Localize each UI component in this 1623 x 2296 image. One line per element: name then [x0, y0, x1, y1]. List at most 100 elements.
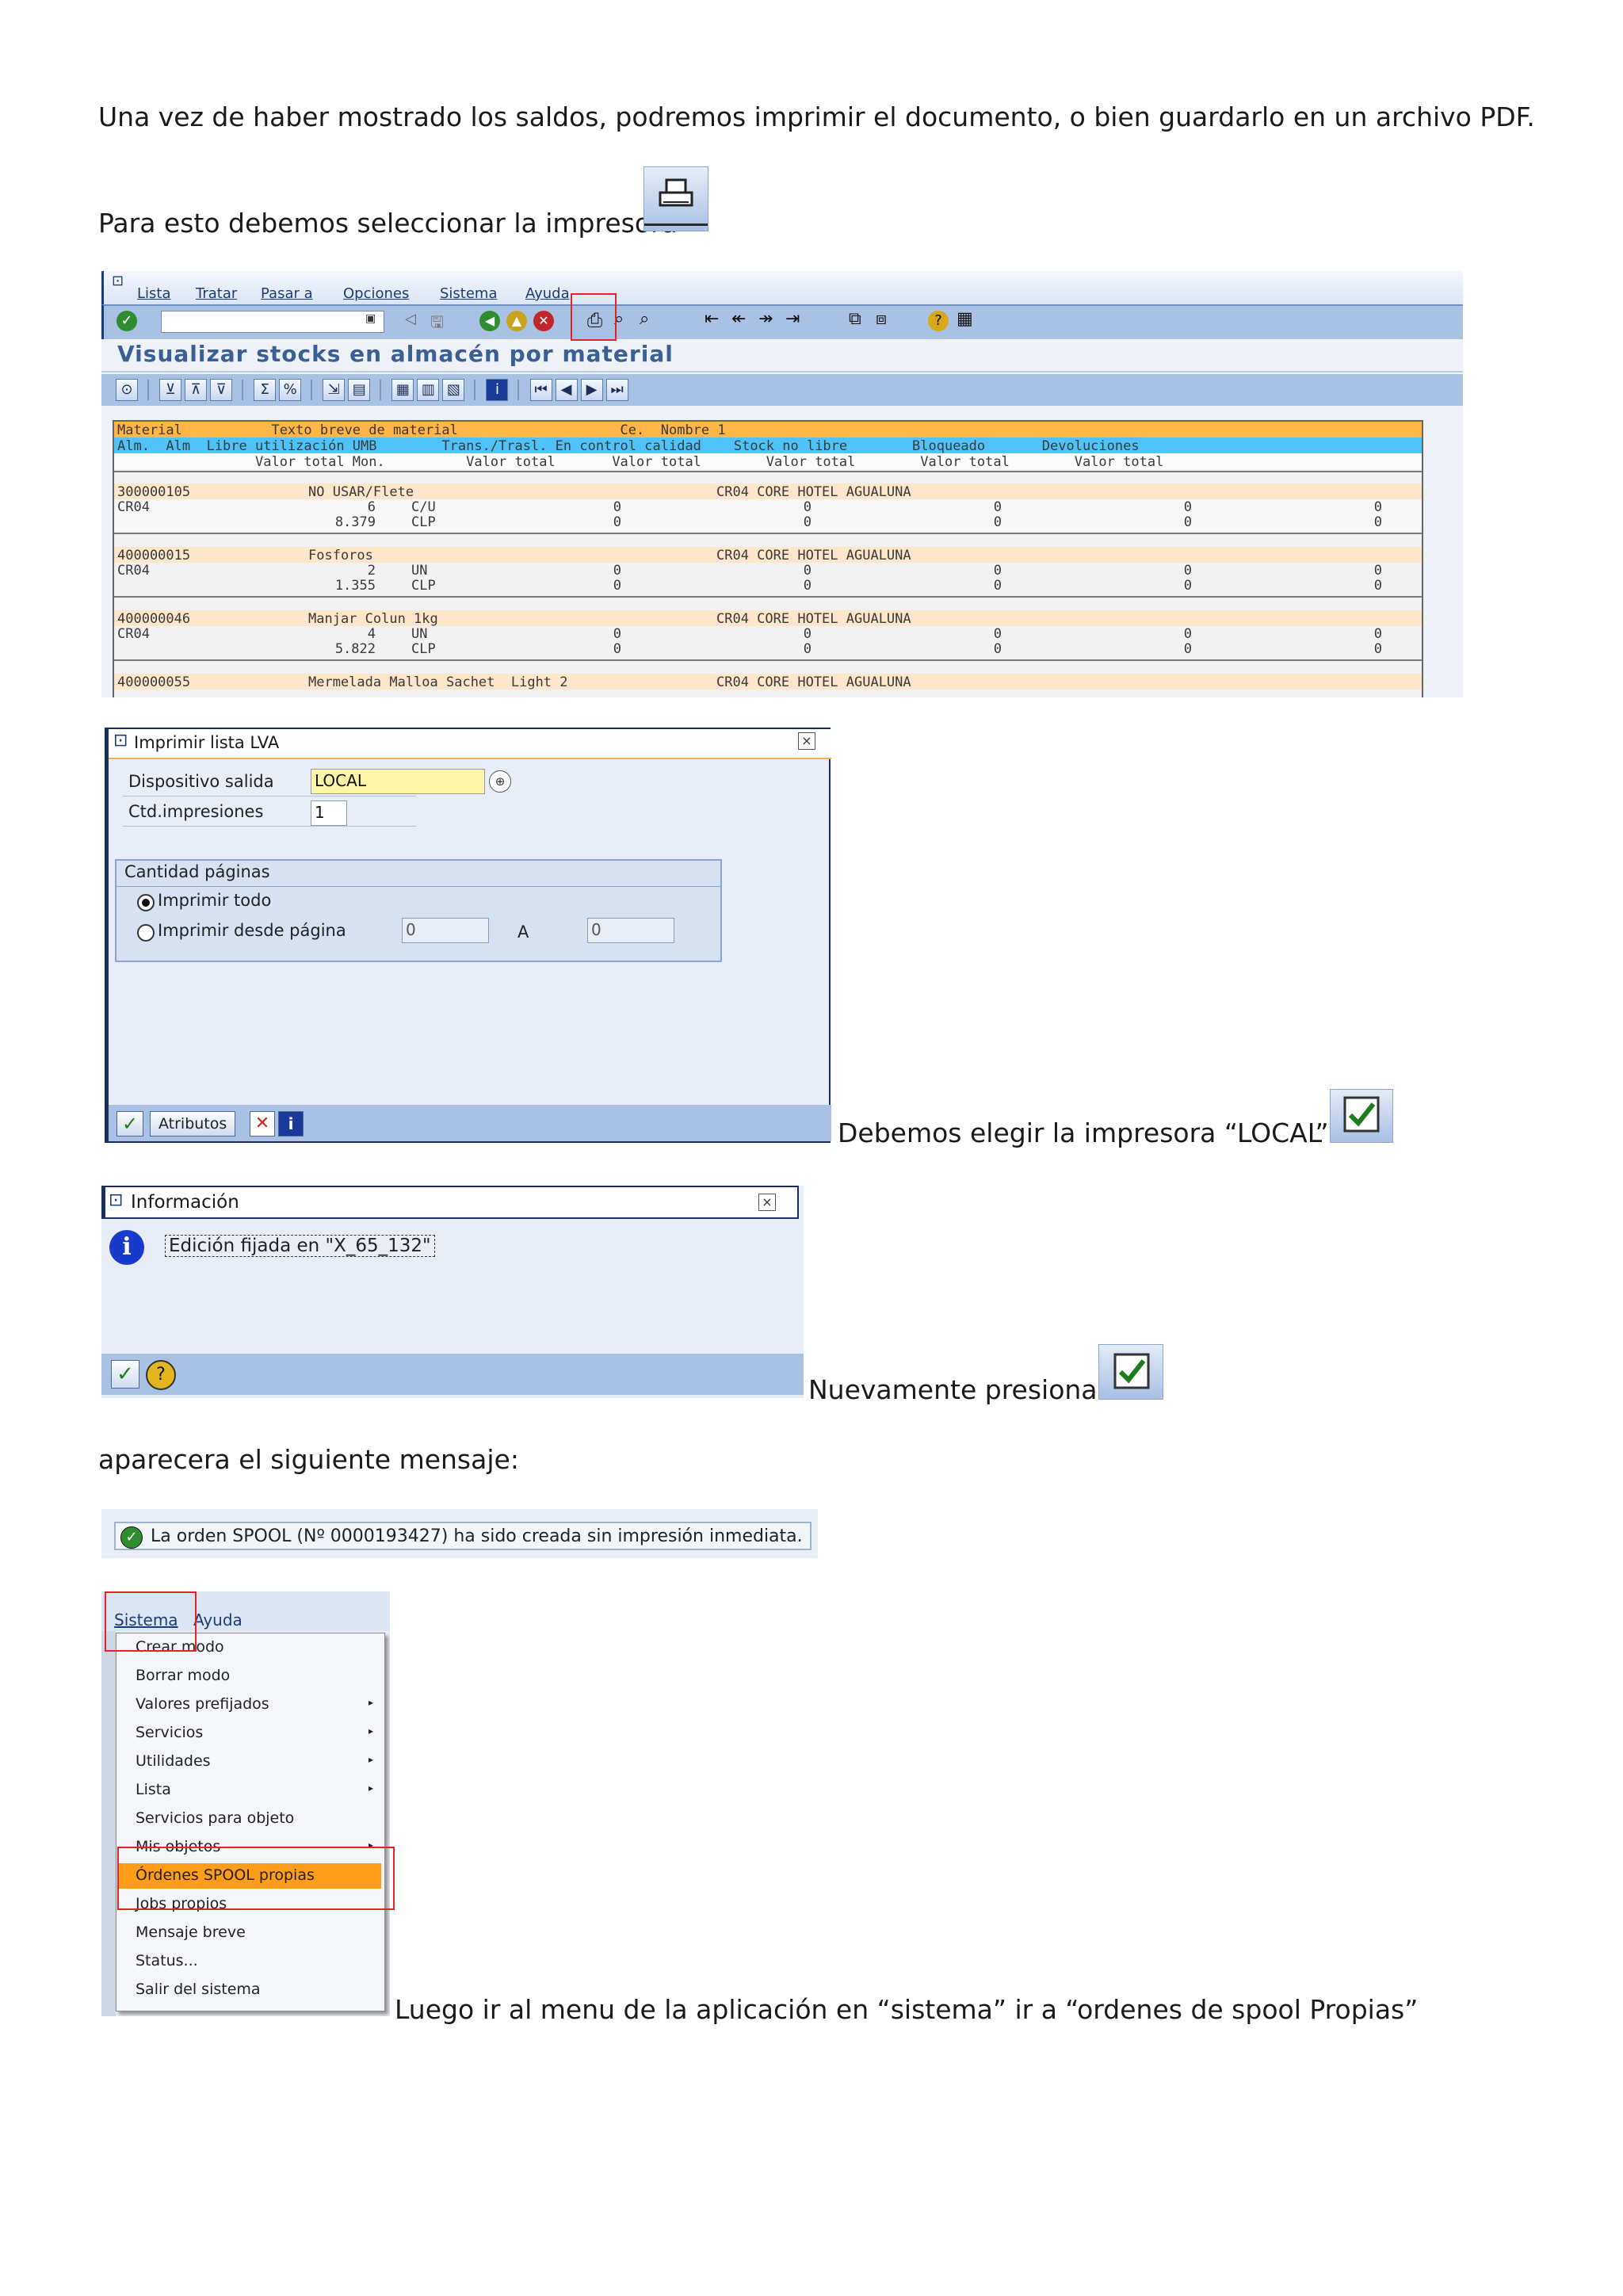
layout-select-icon[interactable]: ▧ — [442, 379, 465, 401]
command-dropdown-icon[interactable]: ▣ — [365, 312, 376, 325]
window-icon: ⊡ — [113, 731, 128, 751]
zero-value: 0 — [1183, 499, 1192, 515]
menu-item-servicios[interactable]: Servicios — [136, 1724, 203, 1741]
report-list: Material Texto breve de material Ce. Nom… — [113, 420, 1423, 697]
menu-pasar-a[interactable]: Pasar a — [261, 285, 313, 302]
menu-item-status-[interactable]: Status... — [136, 1952, 198, 1969]
zero-value: 0 — [613, 578, 621, 594]
menu-opciones[interactable]: Opciones — [343, 285, 409, 302]
confirm-check-icon[interactable]: ✓ — [116, 1111, 143, 1137]
message-intro-text: aparecera el siguiente mensaje: — [98, 1444, 519, 1475]
report-title: Visualizar stocks en almacén por materia… — [117, 341, 674, 367]
menu-item-mensaje-breve[interactable]: Mensaje breve — [136, 1924, 246, 1941]
grid-icon[interactable]: ▦ — [391, 379, 414, 401]
last-icon[interactable]: ⏭ — [605, 379, 628, 401]
layout-icon[interactable]: ▦ — [957, 309, 973, 329]
exit-icon[interactable]: ▲ — [506, 311, 527, 331]
save-icon[interactable]: 🖫 — [430, 311, 444, 338]
table-row: 400000015 Fosforos CR04 CORE HOTEL AGUAL… — [114, 547, 1422, 563]
print-from-radio[interactable] — [137, 924, 155, 942]
menu-tratar[interactable]: Tratar — [196, 285, 237, 302]
copies-label: Ctd.impresiones — [128, 802, 264, 821]
command-field[interactable] — [161, 311, 384, 333]
zero-value: 0 — [993, 641, 1002, 657]
sort-desc-icon[interactable]: ⊼ — [185, 379, 208, 401]
first-icon[interactable]: ⏮ — [529, 379, 552, 401]
to-label: A — [517, 923, 529, 942]
check-icon — [1343, 1096, 1380, 1133]
shortcut-icon[interactable]: ⧈ — [876, 309, 887, 329]
from-page-field[interactable]: 0 — [402, 918, 489, 943]
menu-bar: ⊡ Lista Tratar Pasar a Opciones Sistema … — [101, 271, 1463, 304]
menu-item-salir-del-sistema[interactable]: Salir del sistema — [136, 1981, 261, 1998]
info-icon[interactable]: i — [486, 379, 509, 401]
device-field[interactable]: LOCAL — [311, 769, 485, 794]
zero-value: 0 — [993, 563, 1002, 579]
zero-value: 0 — [613, 563, 621, 579]
close-icon[interactable]: × — [798, 732, 815, 750]
new-session-icon[interactable]: ⧉ — [849, 309, 861, 329]
to-page-field[interactable]: 0 — [587, 918, 674, 943]
close-icon[interactable]: × — [758, 1194, 776, 1211]
enter-check-icon[interactable]: ✓ — [116, 311, 137, 331]
choose-local-text: Debemos elegir la impresora “LOCAL” Y — [838, 1117, 1354, 1148]
sistema-highlight — [105, 1591, 197, 1652]
back-green-icon[interactable]: ◀ — [479, 311, 500, 331]
menu-lista[interactable]: Lista — [137, 285, 171, 302]
menu-item-utilidades[interactable]: Utilidades — [136, 1752, 211, 1770]
pages-group-title: Cantidad páginas — [124, 862, 270, 881]
help-icon[interactable]: ? — [146, 1360, 176, 1390]
attributes-button[interactable]: Atributos — [150, 1111, 236, 1137]
menu-ayuda[interactable]: Ayuda — [525, 285, 570, 302]
standard-toolbar: ✓ ▣ ◁ 🖫 ◀ ▲ ✕ ⎙ ⌕ ⌕ ⇤ ↞ ↠ ⇥ ⧉ ⧈ ? ▦ — [101, 304, 1463, 339]
sort-asc-icon[interactable]: ⊻ — [159, 379, 182, 401]
printer-button[interactable] — [643, 166, 708, 231]
info-button-icon[interactable]: i — [278, 1111, 304, 1137]
save-list-icon[interactable]: ▤ — [348, 379, 371, 401]
submenu-arrow-icon: ▸ — [369, 1725, 374, 1736]
detail-icon[interactable]: ⊙ — [116, 379, 138, 401]
first-page-icon[interactable]: ⇤ — [705, 309, 719, 329]
confirm-check-icon[interactable]: ✓ — [111, 1360, 139, 1389]
next-icon[interactable]: ▶ — [580, 379, 603, 401]
cancel-icon[interactable]: ✕ — [533, 311, 554, 331]
zero-value: 0 — [803, 626, 812, 642]
zero-value: 0 — [1373, 514, 1382, 530]
device-label: Dispositivo salida — [128, 772, 274, 791]
sum-icon[interactable]: Σ — [254, 379, 277, 401]
prev-page-icon[interactable]: ↞ — [731, 309, 746, 329]
copies-field[interactable]: 1 — [311, 800, 347, 826]
table-row: 400000055 Mermelada Malloa Sachet Light … — [114, 674, 1422, 690]
last-page-icon[interactable]: ⇥ — [785, 309, 800, 329]
menu-item-lista[interactable]: Lista — [136, 1781, 171, 1798]
menu-item-borrar-modo[interactable]: Borrar modo — [136, 1667, 230, 1684]
next-page-icon[interactable]: ↠ — [758, 309, 773, 329]
intro-text: Una vez de haber mostrado los saldos, po… — [98, 101, 1535, 132]
select-printer-text: Para esto debemos seleccionar la impreso… — [98, 208, 678, 239]
header-row-3: Valor total Mon. Valor total Valor total… — [117, 454, 1164, 470]
cancel-x-icon[interactable]: ✕ — [250, 1111, 275, 1137]
menu-item-valores-prefijados[interactable]: Valores prefijados — [136, 1695, 269, 1713]
window-icon: ⊡ — [109, 1190, 124, 1210]
columns-icon[interactable]: ▥ — [417, 379, 440, 401]
menu-ayuda[interactable]: Ayuda — [193, 1610, 242, 1629]
print-all-radio[interactable] — [137, 894, 155, 911]
zero-value: 0 — [803, 641, 812, 657]
prev-icon[interactable]: ◀ — [555, 379, 578, 401]
information-icon: i — [109, 1230, 144, 1265]
check-icon — [1113, 1353, 1150, 1389]
menu-item-servicios-para-objeto[interactable]: Servicios para objeto — [136, 1809, 294, 1827]
help-icon[interactable]: ? — [928, 311, 949, 331]
device-search-icon[interactable]: ⊕ — [489, 770, 511, 793]
filter-icon[interactable]: ⊽ — [210, 379, 233, 401]
zero-value: 0 — [1373, 563, 1382, 579]
find-next-icon[interactable]: ⌕ — [640, 309, 649, 329]
back-icon[interactable]: ◁ — [405, 311, 416, 327]
application-toolbar: ⊙ ⊻ ⊼ ⊽ Σ% ⇲ ▤ ▦ ▥ ▧ i ⏮ ◀ ▶ ⏭ — [101, 374, 1463, 406]
zero-value: 0 — [1183, 563, 1192, 579]
system-dropdown: Crear modo Borrar modo Valores prefijados ▸… — [116, 1633, 385, 2011]
subtotal-icon[interactable]: % — [279, 379, 302, 401]
export-icon[interactable]: ⇲ — [323, 379, 346, 401]
zero-value: 0 — [993, 499, 1002, 515]
menu-sistema[interactable]: Sistema — [440, 285, 498, 302]
